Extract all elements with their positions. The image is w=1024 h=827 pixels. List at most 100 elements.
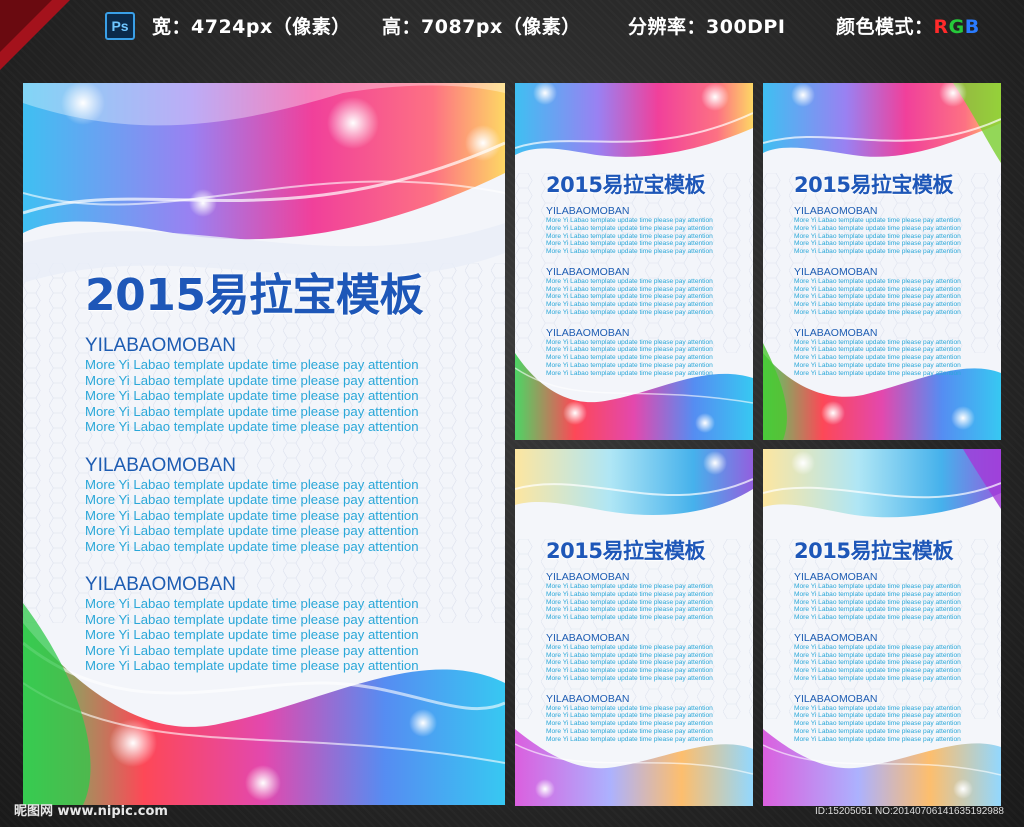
body-line: More Yi Labao template update time pleas… — [85, 388, 419, 403]
body-line: More Yi Labao template update time pleas… — [85, 357, 419, 372]
body-line: More Yi Labao template update time pleas… — [85, 658, 419, 673]
body-line: More Yi Labao template update time pleas… — [546, 659, 713, 667]
poster-title: 2015易拉宝模板 — [794, 539, 953, 563]
section-heading: YILABAOMOBAN — [794, 631, 878, 644]
body-line: More Yi Labao template update time pleas… — [546, 293, 713, 301]
body-line: More Yi Labao template update time pleas… — [546, 651, 713, 659]
body-line: More Yi Labao template update time pleas… — [546, 643, 713, 651]
body-line: More Yi Labao template update time pleas… — [85, 611, 419, 627]
body-line: More Yi Labao template update time pleas… — [794, 651, 961, 659]
body-line: More Yi Labao template update time pleas… — [794, 232, 961, 240]
poster-small-4: 2015易拉宝模板 YILABAOMOBAN More Yi Labao tem… — [763, 449, 1001, 806]
body-line: More Yi Labao template update time pleas… — [546, 217, 713, 224]
section-heading: YILABAOMOBAN — [546, 631, 630, 644]
text-section: YILABAOMOBAN More Yi Labao template upda… — [794, 632, 961, 683]
text-section: YILABAOMOBAN More Yi Labao template upda… — [546, 205, 713, 256]
body-line: More Yi Labao template update time pleas… — [546, 240, 713, 248]
body-line: More Yi Labao template update time pleas… — [546, 720, 713, 727]
body-line: More Yi Labao template update time pleas… — [794, 590, 961, 598]
text-section: YILABAOMOBAN More Yi Labao template upda… — [794, 693, 961, 744]
poster-title: 2015易拉宝模板 — [546, 173, 705, 197]
body-line: More Yi Labao template update time pleas… — [546, 674, 713, 682]
poster-content: 2015易拉宝模板 YILABAOMOBAN More Yi Labao tem… — [794, 169, 961, 387]
text-section: YILABAOMOBAN More Yi Labao template upda… — [85, 455, 423, 555]
body-line: More Yi Labao template update time pleas… — [85, 642, 419, 658]
body-line: More Yi Labao template update time pleas… — [794, 285, 961, 293]
body-line: More Yi Labao template update time pleas… — [794, 248, 961, 255]
body-line: More Yi Labao template update time pleas… — [546, 248, 713, 255]
body-line: More Yi Labao template update time pleas… — [546, 232, 713, 240]
body-line: More Yi Labao template update time pleas… — [85, 596, 419, 611]
body-line: More Yi Labao template update time pleas… — [794, 674, 961, 682]
body-line: More Yi Labao template update time pleas… — [794, 301, 961, 308]
body-line: More Yi Labao template update time pleas… — [794, 346, 961, 354]
body-line: More Yi Labao template update time pleas… — [794, 614, 961, 621]
section-heading: YILABAOMOBAN — [794, 326, 878, 339]
info-bar: Ps 宽：4724px（像素） 高：7087px（像素） 分辨率：300DPI … — [0, 0, 1024, 70]
body-line: More Yi Labao template update time pleas… — [546, 277, 713, 285]
body-line: More Yi Labao template update time pleas… — [794, 659, 961, 667]
body-line: More Yi Labao template update time pleas… — [794, 735, 961, 743]
resolution-info: 分辨率：300DPI — [628, 16, 786, 38]
section-heading: YILABAOMOBAN — [85, 574, 236, 595]
body-line: More Yi Labao template update time pleas… — [546, 712, 713, 720]
section-heading: YILABAOMOBAN — [546, 205, 630, 217]
body-line: More Yi Labao template update time pleas… — [85, 476, 419, 492]
body-line: More Yi Labao template update time pleas… — [794, 643, 961, 651]
body-line: More Yi Labao template update time pleas… — [794, 308, 961, 316]
color-mode-r: R — [933, 16, 949, 38]
body-line: More Yi Labao template update time pleas… — [794, 224, 961, 232]
body-line: More Yi Labao template update time pleas… — [85, 507, 419, 523]
site-watermark: 昵图网 www.nipic.com — [14, 804, 168, 819]
body-line: More Yi Labao template update time pleas… — [546, 598, 713, 606]
body-line: More Yi Labao template update time pleas… — [546, 338, 713, 346]
body-line: More Yi Labao template update time pleas… — [85, 627, 419, 642]
body-line: More Yi Labao template update time pleas… — [794, 293, 961, 301]
poster-content: 2015易拉宝模板 YILABAOMOBAN More Yi Labao tem… — [546, 169, 713, 387]
section-heading: YILABAOMOBAN — [85, 454, 236, 476]
section-heading: YILABAOMOBAN — [546, 571, 630, 583]
section-heading: YILABAOMOBAN — [794, 265, 878, 278]
poster-small-2: 2015易拉宝模板 YILABAOMOBAN More Yi Labao tem… — [763, 83, 1001, 440]
body-line: More Yi Labao template update time pleas… — [546, 727, 713, 735]
poster-content: 2015易拉宝模板 YILABAOMOBAN More Yi Labao tem… — [794, 535, 961, 753]
text-section: YILABAOMOBAN More Yi Labao template upda… — [794, 205, 961, 256]
color-mode-g: G — [948, 16, 965, 38]
text-section: YILABAOMOBAN More Yi Labao template upda… — [546, 266, 713, 317]
body-line: More Yi Labao template update time pleas… — [546, 301, 713, 308]
width-info: 宽：4724px（像素） — [152, 16, 351, 38]
poster-small-3: 2015易拉宝模板 YILABAOMOBAN More Yi Labao tem… — [515, 449, 753, 806]
body-line: More Yi Labao template update time pleas… — [546, 308, 713, 316]
text-section: YILABAOMOBAN More Yi Labao template upda… — [546, 327, 713, 378]
body-line: More Yi Labao template update time pleas… — [546, 667, 713, 674]
text-section: YILABAOMOBAN More Yi Labao template upda… — [546, 693, 713, 744]
color-mode-info: 颜色模式：RGB — [836, 12, 980, 39]
color-mode-b: B — [964, 16, 980, 38]
text-section: YILABAOMOBAN More Yi Labao template upda… — [794, 266, 961, 317]
body-line: More Yi Labao template update time pleas… — [794, 369, 961, 377]
text-section: YILABAOMOBAN More Yi Labao template upda… — [794, 327, 961, 378]
body-line: More Yi Labao template update time pleas… — [546, 361, 713, 369]
image-id-text: ID:15205051 NO:20140706141635192988 — [814, 806, 1004, 817]
body-line: More Yi Labao template update time pleas… — [546, 346, 713, 354]
text-section: YILABAOMOBAN More Yi Labao template upda… — [794, 571, 961, 622]
body-line: More Yi Labao template update time pleas… — [546, 369, 713, 377]
poster-title: 2015易拉宝模板 — [85, 270, 423, 321]
body-line: More Yi Labao template update time pleas… — [794, 338, 961, 346]
body-line: More Yi Labao template update time pleas… — [546, 735, 713, 743]
body-line: More Yi Labao template update time pleas… — [546, 704, 713, 712]
body-line: More Yi Labao template update time pleas… — [546, 583, 713, 590]
text-section: YILABAOMOBAN More Yi Labao template upda… — [546, 571, 713, 622]
body-line: More Yi Labao template update time pleas… — [85, 492, 419, 507]
text-section: YILABAOMOBAN More Yi Labao template upda… — [85, 335, 423, 435]
corner-ribbon-shadow — [0, 0, 52, 52]
body-line: More Yi Labao template update time pleas… — [794, 277, 961, 285]
poster-content: 2015易拉宝模板 YILABAOMOBAN More Yi Labao tem… — [85, 259, 423, 694]
section-heading: YILABAOMOBAN — [794, 205, 878, 217]
text-section: YILABAOMOBAN More Yi Labao template upda… — [85, 574, 423, 674]
body-line: More Yi Labao template update time pleas… — [794, 667, 961, 674]
body-line: More Yi Labao template update time pleas… — [546, 354, 713, 361]
section-heading: YILABAOMOBAN — [546, 265, 630, 278]
body-line: More Yi Labao template update time pleas… — [85, 403, 419, 419]
color-mode-label: 颜色模式： — [836, 16, 934, 38]
